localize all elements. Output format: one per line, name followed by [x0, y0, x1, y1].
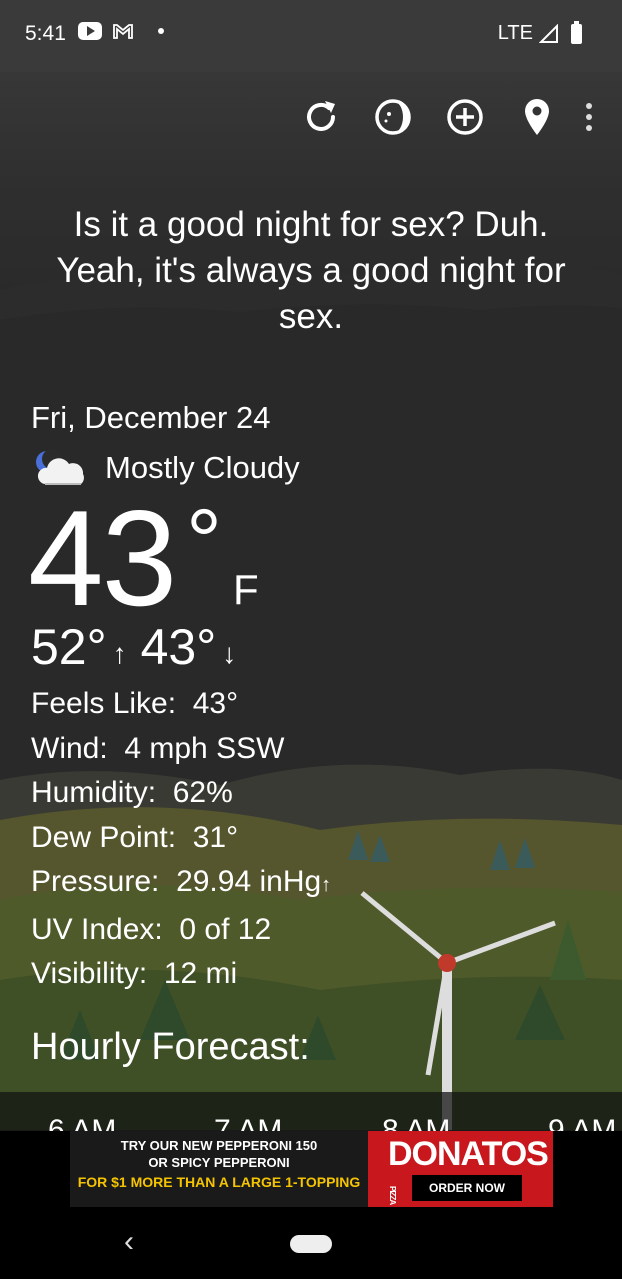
high-temp: 52° — [31, 619, 107, 675]
weather-details: Feels Like: 43° Wind: 4 mph SSW Humidity… — [31, 682, 331, 997]
system-nav-bar: ‹ — [0, 1211, 622, 1279]
condition-text: Mostly Cloudy — [105, 450, 300, 485]
youtube-icon — [78, 22, 102, 40]
pressure-value: 29.94 inHg — [176, 865, 322, 898]
up-arrow-icon: ↑ — [112, 638, 127, 669]
uv-index-value: 0 of 12 — [179, 912, 272, 946]
degree-symbol: ° — [186, 492, 222, 592]
high-low: 52° ↑ 43° ↓ — [31, 618, 250, 676]
humidity-row: Humidity: 62% — [31, 771, 331, 816]
ad-banner[interactable]: TRY OUR NEW PEPPERONI 150 OR SPICY PEPPE… — [70, 1131, 553, 1207]
forecast-date: Fri, December 24 — [31, 400, 271, 435]
wind-row: Wind: 4 mph SSW — [31, 727, 331, 772]
add-location-button[interactable] — [440, 92, 490, 142]
wind-value: 4 mph SSW — [124, 731, 285, 765]
status-time: 5:41 — [25, 22, 66, 45]
visibility-label: Visibility: — [31, 957, 148, 990]
dew-point-label: Dew Point: — [31, 820, 177, 854]
order-now-button[interactable]: ORDER NOW — [412, 1175, 522, 1201]
hour-label: 8 AM — [382, 1114, 451, 1132]
more-vert-icon — [586, 103, 592, 131]
location-button[interactable] — [512, 92, 562, 142]
ad-brand-logo: DONATOS PIZZA — [388, 1135, 553, 1213]
status-bar: 5:41 LTE — [0, 0, 622, 72]
feels-like-row: Feels Like: 43° — [31, 682, 331, 727]
refresh-icon — [307, 101, 335, 131]
battery-icon — [571, 20, 582, 44]
down-arrow-icon: ↓ — [222, 638, 237, 669]
humidity-value: 62% — [172, 776, 233, 809]
ad-line-1: TRY OUR NEW PEPPERONI 150 — [120, 1138, 318, 1153]
ad-brand-panel: DONATOS PIZZA ORDER NOW — [368, 1131, 553, 1207]
hourly-forecast-title: Hourly Forecast: — [31, 1026, 310, 1068]
signal-icon — [539, 23, 558, 43]
add-location-icon — [447, 99, 483, 135]
weather-joke: Is it a good night for sex? Duh. Yeah, i… — [56, 205, 566, 336]
wind-label: Wind: — [31, 731, 108, 765]
refresh-button[interactable] — [296, 92, 346, 142]
uv-index-row: UV Index: 0 of 12 — [31, 908, 331, 953]
hour-label: 6 AM — [48, 1114, 117, 1132]
pressure-row: Pressure: 29.94 inHg↑ — [31, 860, 331, 908]
gmail-icon — [113, 24, 133, 39]
pressure-trend-icon: ↑ — [321, 874, 332, 896]
visibility-row: Visibility: 12 mi — [31, 952, 331, 997]
current-temperature: 43 — [28, 482, 177, 634]
humidity-label: Humidity: — [31, 776, 157, 809]
network-type: LTE — [497, 22, 533, 44]
status-right: LTE — [497, 20, 582, 45]
more-options-button[interactable] — [574, 92, 604, 142]
visibility-value: 12 mi — [163, 957, 238, 990]
toolbar — [274, 92, 622, 142]
ad-brand-tag: PIZZA — [388, 1185, 397, 1205]
uv-index-label: UV Index: — [31, 912, 163, 946]
feels-like-value: 43° — [192, 687, 239, 720]
ad-area: TRY OUR NEW PEPPERONI 150 OR SPICY PEPPE… — [0, 1131, 622, 1211]
moon-phase-icon — [375, 99, 411, 135]
dew-point-row: Dew Point: 31° — [31, 816, 331, 861]
pressure-label: Pressure: — [31, 865, 160, 898]
dew-point-value: 31° — [192, 820, 239, 854]
ad-copy: TRY OUR NEW PEPPERONI 150 OR SPICY PEPPE… — [70, 1131, 368, 1207]
notification-icons — [78, 22, 164, 40]
location-pin-icon — [525, 99, 549, 135]
hourly-forecast-strip[interactable]: 6 AM 7 AM 8 AM 9 AM — [0, 1092, 622, 1132]
hour-label: 7 AM — [214, 1114, 283, 1132]
home-pill-button[interactable] — [290, 1235, 332, 1253]
back-button[interactable]: ‹ — [124, 1225, 134, 1259]
temperature-unit: F — [233, 566, 259, 613]
ad-line-2: OR SPICY PEPPERONI — [148, 1155, 290, 1170]
weather-screen: 5:41 LTE Is it a good night for sex? Duh… — [0, 0, 622, 1279]
moon-phase-button[interactable] — [368, 92, 418, 142]
notification-dot-icon — [158, 28, 164, 34]
ad-line-3: FOR $1 MORE THAN A LARGE 1-TOPPING — [77, 1174, 361, 1190]
low-temp: 43° — [140, 619, 217, 675]
feels-like-label: Feels Like: — [31, 687, 177, 720]
hour-label: 9 AM — [548, 1114, 617, 1132]
ad-brand-name: DONATOS — [388, 1135, 549, 1173]
